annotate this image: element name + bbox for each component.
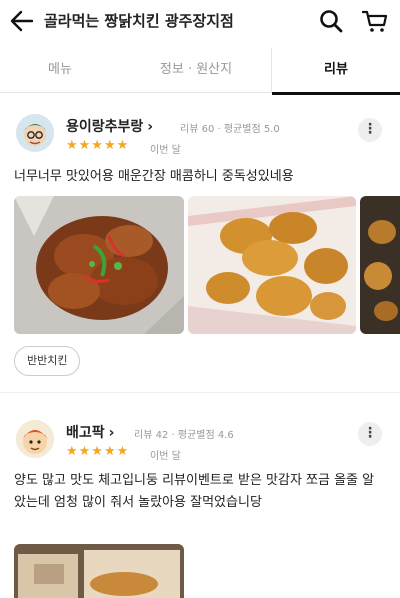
review-photo[interactable]	[188, 196, 356, 334]
review-card: 배고팍 › 리뷰 42 · 평균별점 4.6 ★★★★★ 이번 달 ⋮ 양도 많고…	[0, 408, 400, 598]
tab-bar: 메뉴 정보 · 원산지 리뷰	[0, 48, 400, 95]
search-icon[interactable]	[319, 9, 343, 33]
cart-icon[interactable]	[362, 9, 388, 33]
menu-tag-chip[interactable]: 반반치킨	[14, 346, 81, 376]
more-options-icon[interactable]: ⋮	[358, 118, 382, 142]
back-arrow-icon[interactable]	[10, 10, 34, 32]
top-bar: 골라먹는 짱닭치킨 광주장지점	[0, 0, 400, 42]
reviewer-stats: 리뷰 42 · 평균별점 4.6	[134, 430, 234, 441]
review-photo[interactable]	[360, 196, 400, 334]
review-date: 이번 달	[150, 145, 181, 156]
reviewer-nickname-text: 배고팍	[66, 425, 105, 441]
reviewer-nickname[interactable]: 용이랑추부랑 ›	[66, 116, 153, 136]
avatar[interactable]	[16, 420, 54, 458]
avatar[interactable]	[16, 114, 54, 152]
review-card: 용이랑추부랑 › 리뷰 60 · 평균별점 5.0 ★★★★★ 이번 달 ⋮ 너무…	[0, 100, 400, 390]
tab-reviews[interactable]: 리뷰	[272, 48, 400, 92]
review-text: 너무너무 맛있어용 매운간장 매콤하니 중독성있네용	[14, 169, 294, 184]
reviewer-nickname[interactable]: 배고팍 ›	[66, 422, 114, 442]
review-photo[interactable]	[14, 544, 184, 598]
review-date: 이번 달	[150, 451, 181, 462]
more-options-icon[interactable]: ⋮	[358, 422, 382, 446]
chevron-right-icon: ›	[147, 119, 154, 135]
chevron-right-icon: ›	[108, 425, 115, 441]
review-text: 양도 많고 맛도 체고입니둥 리뷰이벤트로 받은 맛감자 쪼금 올줄 알았는데 …	[14, 473, 375, 510]
rating-stars: ★★★★★	[66, 444, 130, 459]
rating-stars: ★★★★★	[66, 138, 130, 153]
active-tab-indicator	[272, 92, 400, 95]
review-photo[interactable]	[14, 196, 184, 334]
reviewer-stats: 리뷰 60 · 평균별점 5.0	[180, 124, 280, 135]
review-divider	[0, 392, 400, 393]
store-title: 골라먹는 짱닭치킨 광주장지점	[44, 12, 234, 30]
reviewer-nickname-text: 용이랑추부랑	[66, 119, 144, 135]
tab-info-origin[interactable]: 정보 · 원산지	[120, 48, 272, 92]
tab-menu[interactable]: 메뉴	[0, 48, 120, 92]
